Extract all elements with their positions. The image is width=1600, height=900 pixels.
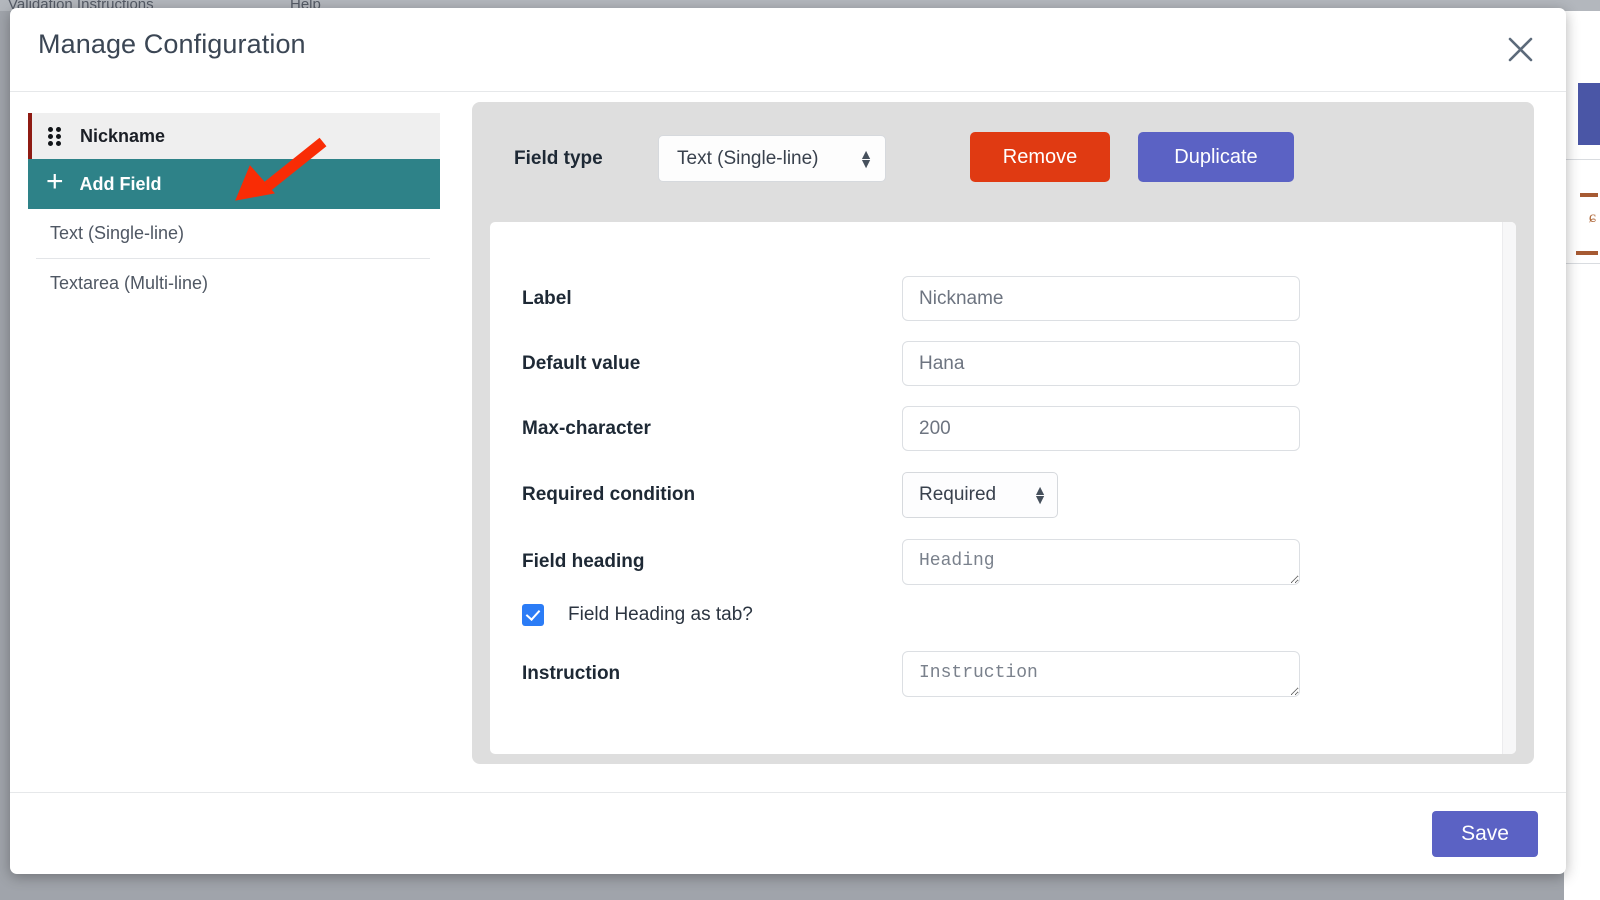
required-condition-label: Required condition [522,484,696,505]
form-row-field-heading: Field heading [490,539,1502,585]
background-glyph: ɕ [1588,209,1596,226]
field-config-toolbar: Field type Text (Single-line) ▲ ▼ Remove … [472,102,1534,214]
form-row-max-character: Max-character [490,406,1502,451]
field-type-label: Field type [514,148,603,169]
form-row-required-condition: Required condition Required ▲ ▼ [490,472,1502,518]
default-value-label: Default value [522,352,641,374]
sidebar-item-nickname[interactable]: Nickname [28,113,440,159]
default-value-input[interactable] [902,341,1300,386]
field-type-value: Text (Single-line) [677,147,819,169]
dialog-header: Manage Configuration [10,8,1566,92]
form-row-heading-as-tab: Field Heading as tab? [522,604,753,626]
add-field-label: Add Field [79,173,162,194]
close-icon[interactable] [1502,31,1538,67]
dialog-title: Manage Configuration [38,29,306,59]
field-list-sidebar: Nickname + Add Field Text (Single-line) … [28,113,440,308]
dialog-footer: Save [10,792,1566,874]
label-input[interactable] [902,276,1300,321]
plus-icon: + [46,165,64,198]
background-mark [1580,193,1598,197]
required-condition-select[interactable]: Required ▲ ▼ [902,472,1058,518]
drag-handle-icon[interactable] [48,125,64,147]
instruction-textarea[interactable] [902,651,1300,697]
form-row-label: Label [490,276,1502,321]
field-config-card: Field type Text (Single-line) ▲ ▼ Remove … [472,102,1534,764]
field-settings-panel: Label Default value Max-character Requir… [490,222,1516,754]
sidebar-item-label: Textarea (Multi-line) [50,273,209,293]
background-mark [1576,251,1598,255]
required-condition-value: Required [919,484,997,505]
remove-button[interactable]: Remove [970,132,1110,182]
form-row-instruction: Instruction [490,651,1502,697]
dialog-body: Nickname + Add Field Text (Single-line) … [10,92,1566,792]
manage-configuration-dialog: Manage Configuration Nickname + Add Fiel… [10,8,1566,874]
max-character-label: Max-character [522,417,651,439]
field-heading-as-tab-checkbox[interactable] [522,604,544,626]
label-field-label: Label [522,287,572,309]
sidebar-item-label: Text (Single-line) [50,223,185,243]
background-divider [1564,263,1600,264]
background-divider [1564,159,1600,160]
field-type-select[interactable]: Text (Single-line) ▲ ▼ [658,135,886,182]
field-heading-label: Field heading [522,551,645,572]
instruction-label: Instruction [522,663,621,684]
field-settings-form: Label Default value Max-character Requir… [490,222,1502,754]
sidebar-item-text-single-line[interactable]: Text (Single-line) [28,209,440,258]
form-row-default-value: Default value [490,341,1502,386]
panel-scrollbar[interactable] [1502,222,1516,754]
duplicate-button[interactable]: Duplicate [1138,132,1294,182]
sidebar-item-label: Nickname [80,125,166,146]
field-heading-textarea[interactable] [902,539,1300,585]
chevron-updown-icon: ▲ ▼ [1033,482,1047,507]
save-button[interactable]: Save [1432,811,1538,857]
add-field-button[interactable]: + Add Field [28,159,440,209]
background-blue-chip [1578,83,1600,145]
sidebar-item-textarea-multi-line[interactable]: Textarea (Multi-line) [28,259,440,308]
max-character-input[interactable] [902,406,1300,451]
background-right-panel: ɕ [1564,11,1600,900]
field-heading-as-tab-label: Field Heading as tab? [568,604,753,625]
chevron-updown-icon: ▲ ▼ [859,145,873,171]
